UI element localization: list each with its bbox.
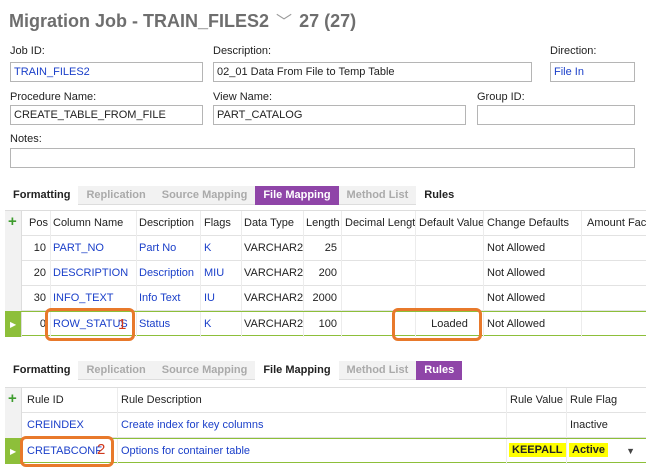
direction-label: Direction: [550, 45, 597, 57]
tab-method-list[interactable]: Method List [339, 186, 417, 205]
tab-bar-top: Formatting Replication Source Mapping Fi… [5, 186, 463, 205]
cell-rule-value [507, 413, 567, 438]
page-title: Migration Job - TRAIN_FILES2 ﹀ 27 (27) [9, 8, 356, 32]
col-rule-value[interactable]: Rule Value [507, 388, 567, 413]
cell-change-defaults: Not Allowed [484, 286, 582, 311]
add-icon[interactable]: + [8, 213, 17, 230]
cell-flags: MIU [201, 261, 242, 286]
cell-rule-value[interactable]: KEEPALL [507, 439, 567, 464]
col-pos[interactable]: Pos [22, 211, 51, 236]
table-row[interactable]: 20 DESCRIPTION Description MIU VARCHAR2 … [5, 261, 646, 286]
cell-data-type: VARCHAR2 [242, 261, 304, 286]
cell-decimal-length [342, 236, 416, 261]
cell-description: Part No [137, 236, 201, 261]
tab-replication[interactable]: Replication [78, 361, 153, 380]
cell-length: 25 [304, 236, 342, 261]
cell-column-name[interactable]: DESCRIPTION [51, 261, 137, 286]
tab-source-mapping[interactable]: Source Mapping [154, 186, 256, 205]
cell-data-type: VARCHAR2 [242, 236, 304, 261]
rule-value-highlight: KEEPALL [509, 443, 566, 457]
callout-box-default-value [392, 308, 482, 341]
notes-label: Notes: [10, 133, 42, 145]
col-rule-id[interactable]: Rule ID [22, 388, 118, 413]
tab-rules[interactable]: Rules [416, 186, 463, 205]
col-decimal-length[interactable]: Decimal Length [342, 211, 416, 236]
row-marker-icon: ▶ [10, 447, 17, 456]
job-id-field[interactable]: TRAIN_FILES2 [10, 62, 203, 82]
col-data-type[interactable]: Data Type [242, 211, 304, 236]
table-row[interactable]: 10 PART_NO Part No K VARCHAR2 25 Not All… [5, 236, 646, 261]
callout-number-2: 2 [97, 441, 106, 458]
cell-rule-flag[interactable]: Active ▼ [567, 439, 641, 464]
cell-description: Status [137, 312, 201, 337]
grid-header: + Rule ID Rule Description Rule Value Ru… [5, 388, 646, 413]
cell-default-value [416, 236, 484, 261]
col-column-name[interactable]: Column Name [51, 211, 137, 236]
rule-flag-highlight: Active [569, 443, 609, 457]
job-id-label: Job ID: [10, 45, 45, 57]
cell-data-type: VARCHAR2 [242, 286, 304, 311]
cell-rule-description: Create index for key columns [118, 413, 507, 438]
grid-header: + Pos Column Name Description Flags Data… [5, 211, 646, 236]
view-label: View Name: [213, 91, 273, 103]
col-change-defaults[interactable]: Change Defaults [484, 211, 582, 236]
callout-number-1: 1 [118, 316, 127, 333]
col-length[interactable]: Length [304, 211, 342, 236]
cell-default-value [416, 261, 484, 286]
cell-length: 200 [304, 261, 342, 286]
tab-source-mapping[interactable]: Source Mapping [154, 361, 256, 380]
cell-change-defaults: Not Allowed [484, 236, 582, 261]
tab-formatting[interactable]: Formatting [5, 186, 79, 205]
cell-flags: K [201, 312, 242, 337]
col-amount-factor[interactable]: Amount Fact [582, 211, 646, 236]
cell-description: Description [137, 261, 201, 286]
tab-file-mapping[interactable]: File Mapping [255, 361, 339, 380]
tab-file-mapping[interactable]: File Mapping [255, 186, 339, 205]
cell-flags: IU [201, 286, 242, 311]
cell-rule-flag: Inactive [570, 419, 608, 431]
cell-rule-description: Options for container table [118, 439, 507, 464]
notes-field[interactable] [10, 148, 635, 168]
cell-data-type: VARCHAR2 [242, 312, 304, 337]
col-description[interactable]: Description [137, 211, 201, 236]
tab-formatting[interactable]: Formatting [5, 361, 79, 380]
job-title: Migration Job - TRAIN_FILES2 [9, 11, 270, 31]
cell-column-name[interactable]: PART_NO [51, 236, 137, 261]
col-rule-description[interactable]: Rule Description [118, 388, 507, 413]
cell-flags: K [201, 236, 242, 261]
tab-method-list[interactable]: Method List [339, 361, 417, 380]
row-marker-icon: ▶ [10, 320, 17, 329]
cell-change-defaults: Not Allowed [484, 312, 582, 337]
cell-rule-id[interactable]: CREINDEX [22, 413, 118, 438]
cell-pos: 30 [22, 286, 51, 311]
add-icon[interactable]: + [8, 390, 17, 407]
chevron-down-icon[interactable]: ▼ [626, 446, 635, 456]
chevron-down-icon[interactable]: ﹀ [276, 14, 292, 31]
procedure-field[interactable]: CREATE_TABLE_FROM_FILE [10, 105, 203, 125]
direction-field[interactable]: File In [550, 62, 635, 82]
cell-length: 2000 [304, 286, 342, 311]
col-rule-flag[interactable]: Rule Flag [567, 388, 641, 413]
cell-pos: 10 [22, 236, 51, 261]
table-row[interactable]: CREINDEX Create index for key columns In… [5, 413, 646, 438]
procedure-label: Procedure Name: [10, 91, 97, 103]
tab-replication[interactable]: Replication [78, 186, 153, 205]
cell-length: 100 [304, 312, 342, 337]
record-count: 27 (27) [299, 11, 357, 31]
tab-rules[interactable]: Rules [416, 361, 463, 380]
view-field[interactable]: PART_CATALOG [213, 105, 466, 125]
group-id-label: Group ID: [477, 91, 525, 103]
group-id-field[interactable] [477, 105, 635, 125]
cell-change-defaults: Not Allowed [484, 261, 582, 286]
description-field[interactable]: 02_01 Data From File to Temp Table [213, 62, 532, 82]
cell-pos: 20 [22, 261, 51, 286]
col-default-value[interactable]: Default Value [416, 211, 484, 236]
cell-description: Info Text [137, 286, 201, 311]
col-flags[interactable]: Flags [201, 211, 242, 236]
description-label: Description: [213, 45, 272, 57]
cell-decimal-length [342, 261, 416, 286]
tab-bar-bottom: Formatting Replication Source Mapping Fi… [5, 361, 463, 380]
